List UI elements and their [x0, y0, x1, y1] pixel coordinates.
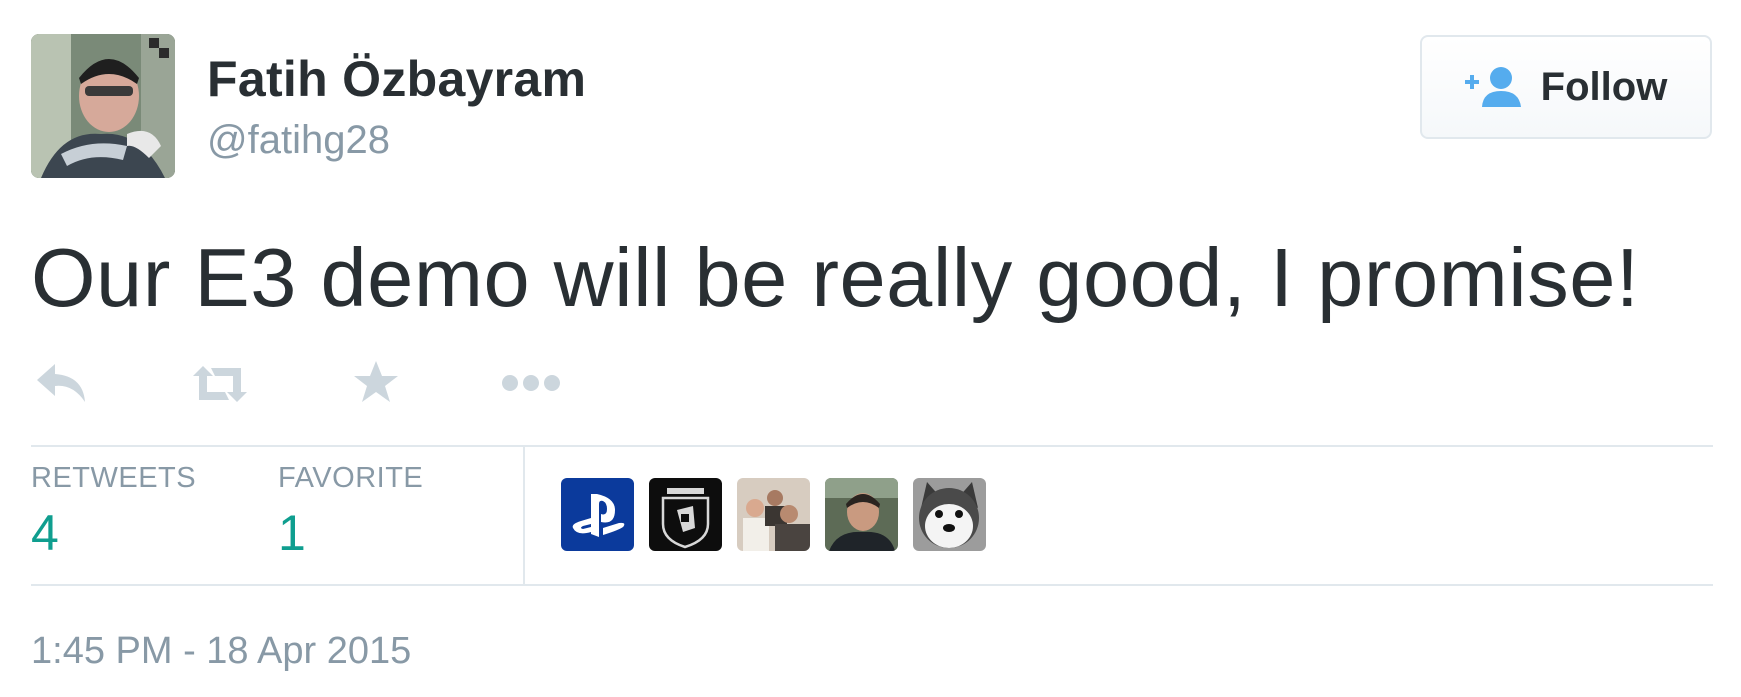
favoriter-avatar-3[interactable]: [737, 478, 810, 551]
person-photo-avatar-icon: [825, 478, 898, 551]
author-avatar[interactable]: [31, 34, 175, 178]
favoriter-avatar-4[interactable]: [825, 478, 898, 551]
add-user-icon: [1464, 67, 1521, 107]
stats-divider-top: [31, 445, 1713, 447]
retweets-stat[interactable]: RETWEETS 4: [31, 462, 196, 561]
teyyubov-badge-avatar-icon: [649, 478, 722, 551]
favoriter-avatar-2[interactable]: [649, 478, 722, 551]
playstation-logo-avatar-icon: [561, 478, 634, 551]
group-photo-avatar-icon: [737, 478, 810, 551]
reply-icon: [37, 364, 85, 402]
retweets-count: 4: [31, 505, 59, 561]
retweet-button[interactable]: [189, 364, 251, 404]
stats-divider-vertical: [523, 447, 525, 584]
favoriter-avatar-1[interactable]: [561, 478, 634, 551]
follow-button-label: Follow: [1540, 64, 1668, 109]
avatar-photo-icon: [31, 34, 175, 178]
star-icon: [354, 361, 398, 402]
retweets-label: RETWEETS: [31, 462, 197, 494]
author-display-name[interactable]: Fatih Özbayram: [207, 50, 586, 108]
reply-button[interactable]: [35, 362, 87, 404]
tweet-text: Our E3 demo will be really good, I promi…: [31, 231, 1640, 324]
ellipsis-icon: [502, 375, 560, 391]
author-screen-name[interactable]: @fatihg28: [207, 118, 390, 163]
favorite-button[interactable]: [353, 360, 399, 404]
stats-divider-bottom: [31, 584, 1713, 586]
follow-button[interactable]: Follow: [1420, 35, 1712, 139]
husky-plush-avatar-icon: [913, 478, 986, 551]
tweet-card: Fatih Özbayram @fatihg28 Follow Our E3 d…: [0, 0, 1741, 697]
tweet-timestamp[interactable]: 1:45 PM - 18 Apr 2015: [31, 630, 411, 673]
favorites-stat[interactable]: FAVORITE 1: [278, 462, 423, 561]
retweet-icon: [193, 366, 247, 402]
favorites-count: 1: [278, 505, 306, 561]
favoriter-avatar-5[interactable]: [913, 478, 986, 551]
more-button[interactable]: [501, 374, 561, 392]
favorites-label: FAVORITE: [278, 462, 424, 494]
